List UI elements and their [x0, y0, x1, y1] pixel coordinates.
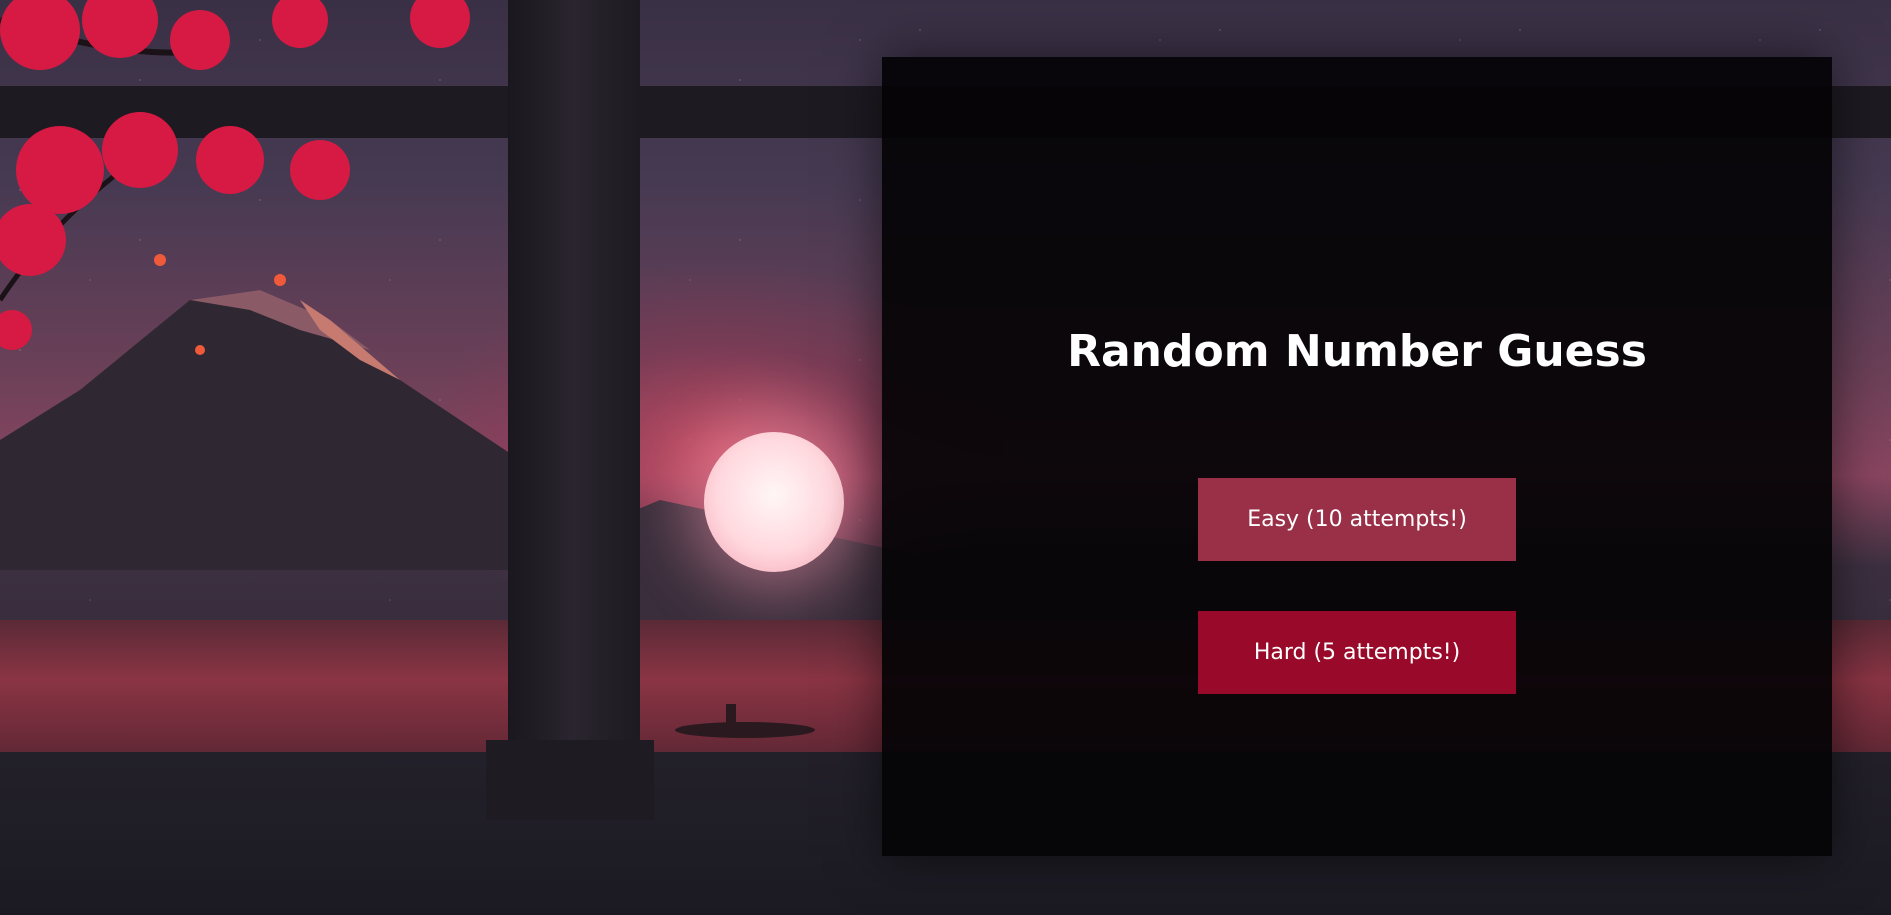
maple-tree-image	[0, 0, 470, 355]
easy-mode-button[interactable]: Easy (10 attempts!)	[1198, 478, 1516, 561]
window-frame-post-base	[486, 740, 654, 820]
background-scene: Random Number Guess Easy (10 attempts!) …	[0, 0, 1891, 915]
page-title: Random Number Guess	[1067, 326, 1647, 377]
hard-mode-button[interactable]: Hard (5 attempts!)	[1198, 611, 1516, 694]
game-panel: Random Number Guess Easy (10 attempts!) …	[882, 57, 1832, 856]
boat-image	[675, 704, 815, 738]
sun-image	[704, 432, 844, 572]
